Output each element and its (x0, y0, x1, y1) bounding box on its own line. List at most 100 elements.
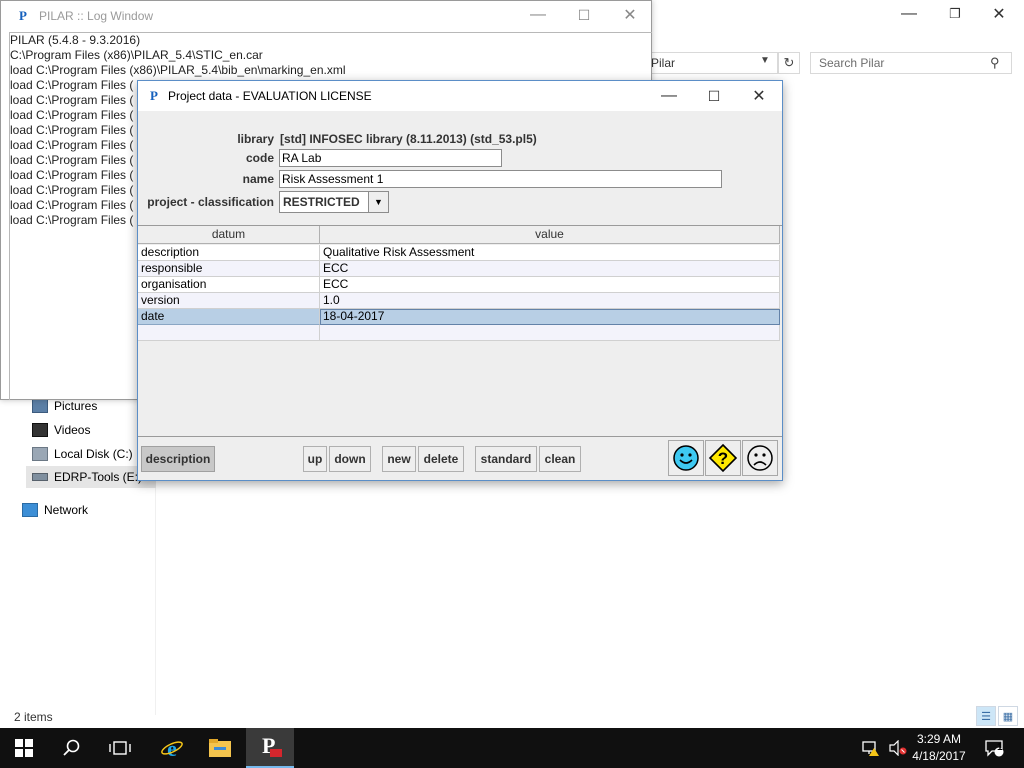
standard-button[interactable]: standard (475, 446, 537, 472)
action-center-button[interactable]: 1 (978, 728, 1010, 768)
pilar-logo-icon: P (19, 8, 27, 23)
pilar-logo-icon: P (150, 88, 158, 103)
delete-button[interactable]: delete (418, 446, 464, 472)
happy-face-icon (673, 445, 699, 471)
project-data-dialog: P Project data - EVALUATION LICENSE — ☐ … (137, 80, 783, 481)
table-row[interactable]: version 1.0 (138, 293, 780, 309)
videos-folder-icon (32, 423, 48, 437)
description-button[interactable]: description (141, 446, 215, 472)
classification-selected-value: RESTRICTED (283, 195, 360, 209)
table-row[interactable]: responsible ECC (138, 261, 780, 277)
help-button[interactable]: ? (705, 440, 741, 476)
value-cell[interactable]: ECC (320, 261, 780, 277)
column-header-datum[interactable]: datum (138, 226, 320, 244)
datum-cell[interactable]: date (138, 309, 320, 325)
dialog-close-button[interactable]: ✕ (736, 82, 782, 110)
explorer-minimize-button[interactable]: — (886, 0, 932, 28)
network-status-icon[interactable] (856, 728, 884, 768)
column-header-value[interactable]: value (320, 226, 780, 244)
nav-item-label: Local Disk (C:) (54, 447, 133, 461)
search-input[interactable]: Search Pilar (810, 52, 1012, 74)
large-icons-view-icon[interactable]: ▦ (998, 706, 1018, 726)
chevron-down-icon[interactable]: ▼ (760, 55, 770, 66)
table-row[interactable] (138, 325, 780, 341)
clean-button[interactable]: clean (539, 446, 581, 472)
log-line: load C:\Program Files ( (10, 93, 134, 107)
log-line: C:\Program Files (x86)\PILAR_5.4\STIC_en… (10, 48, 263, 62)
nav-item-label: Pictures (54, 399, 98, 413)
pictures-folder-icon (32, 399, 48, 413)
notification-count: 1 (997, 742, 1003, 753)
value-cell[interactable]: ECC (320, 277, 780, 293)
down-button[interactable]: down (329, 446, 371, 472)
log-line: PILAR (5.4.8 - 9.3.2016) (10, 33, 141, 47)
refresh-icon[interactable]: ↻ (778, 52, 800, 74)
taskbar: e P 3:29 AM 4/18/2017 1 (0, 728, 1024, 768)
search-icon[interactable]: ⚲ (990, 55, 1000, 71)
nav-item-network[interactable]: Network (22, 499, 156, 521)
dialog-minimize-button[interactable]: — (646, 82, 692, 110)
clock-time[interactable]: 3:29 AM (904, 732, 974, 746)
log-maximize-button[interactable]: ☐ (561, 1, 607, 29)
search-placeholder: Search Pilar (819, 56, 885, 70)
explorer-restore-button[interactable]: ❐ (932, 0, 978, 28)
datum-cell[interactable]: description (138, 245, 320, 261)
datum-cell[interactable]: version (138, 293, 320, 309)
value-cell[interactable] (320, 325, 780, 341)
address-text: Pilar (651, 56, 676, 70)
table-row[interactable]: organisation ECC (138, 277, 780, 293)
table-row[interactable]: description Qualitative Risk Assessment (138, 245, 780, 261)
log-close-button[interactable]: ✕ (607, 1, 653, 29)
log-line: load C:\Program Files ( (10, 123, 134, 137)
start-button[interactable] (0, 728, 48, 768)
dialog-maximize-button[interactable]: ☐ (691, 82, 737, 110)
datum-cell[interactable]: responsible (138, 261, 320, 277)
log-line: load C:\Program Files ( (10, 183, 134, 197)
folder-icon (209, 739, 231, 757)
internet-explorer-taskbar-button[interactable]: e (148, 728, 196, 768)
value-cell[interactable]: Qualitative Risk Assessment (320, 245, 780, 261)
new-button[interactable]: new (382, 446, 416, 472)
network-drive-icon (32, 473, 48, 481)
task-view-icon (109, 741, 131, 755)
library-value: [std] INFOSEC library (8.11.2013) (std_5… (280, 132, 537, 146)
name-field[interactable] (279, 170, 722, 188)
code-label: code (245, 151, 274, 165)
search-taskbar-button[interactable] (48, 728, 96, 768)
code-field[interactable] (279, 149, 502, 167)
value-cell[interactable]: 1.0 (320, 293, 780, 309)
table-row-selected[interactable]: date 18-04-2017 (138, 309, 780, 325)
windows-logo-icon (15, 739, 33, 757)
value-cell[interactable]: 18-04-2017 (320, 309, 780, 325)
log-line: load C:\Program Files (x86)\PILAR_5.4\bi… (10, 63, 346, 77)
datum-cell[interactable]: organisation (138, 277, 320, 293)
details-view-icon[interactable]: ☰ (976, 706, 996, 726)
nav-item-label: EDRP-Tools (E:) (54, 470, 143, 484)
pilar-app-icon: P (262, 733, 282, 758)
explorer-close-button[interactable]: ✕ (976, 0, 1022, 28)
library-label: library (237, 132, 274, 146)
datum-cell[interactable] (138, 325, 320, 341)
log-line: load C:\Program Files ( (10, 153, 134, 167)
sad-face-icon (747, 445, 773, 471)
task-view-button[interactable] (96, 728, 144, 768)
chevron-down-icon[interactable]: ▼ (368, 192, 388, 212)
dialog-titlebar[interactable]: P Project data - EVALUATION LICENSE — ☐ … (138, 81, 782, 111)
log-line: load C:\Program Files ( (10, 168, 134, 182)
pilar-taskbar-button[interactable]: P (246, 728, 294, 768)
nav-item-label: Network (44, 503, 89, 517)
log-minimize-button[interactable]: — (515, 1, 561, 29)
log-line: load C:\Program Files ( (10, 108, 134, 122)
up-button[interactable]: up (303, 446, 327, 472)
clock-date[interactable]: 4/18/2017 (904, 749, 974, 763)
dialog-title: Project data - EVALUATION LICENSE (168, 89, 372, 103)
nav-item-label: Videos (54, 423, 91, 437)
cancel-sad-face-button[interactable] (742, 440, 778, 476)
log-window-titlebar[interactable]: P PILAR :: Log Window — ☐ ✕ (1, 1, 651, 32)
classification-select[interactable]: RESTRICTED ▼ (279, 191, 389, 213)
file-explorer-taskbar-button[interactable] (196, 728, 244, 768)
dialog-button-bar: description up down new delete standard … (138, 438, 782, 480)
network-warning-icon (862, 741, 879, 756)
ok-smiley-button[interactable] (668, 440, 704, 476)
address-bar[interactable]: Pilar (646, 52, 778, 74)
